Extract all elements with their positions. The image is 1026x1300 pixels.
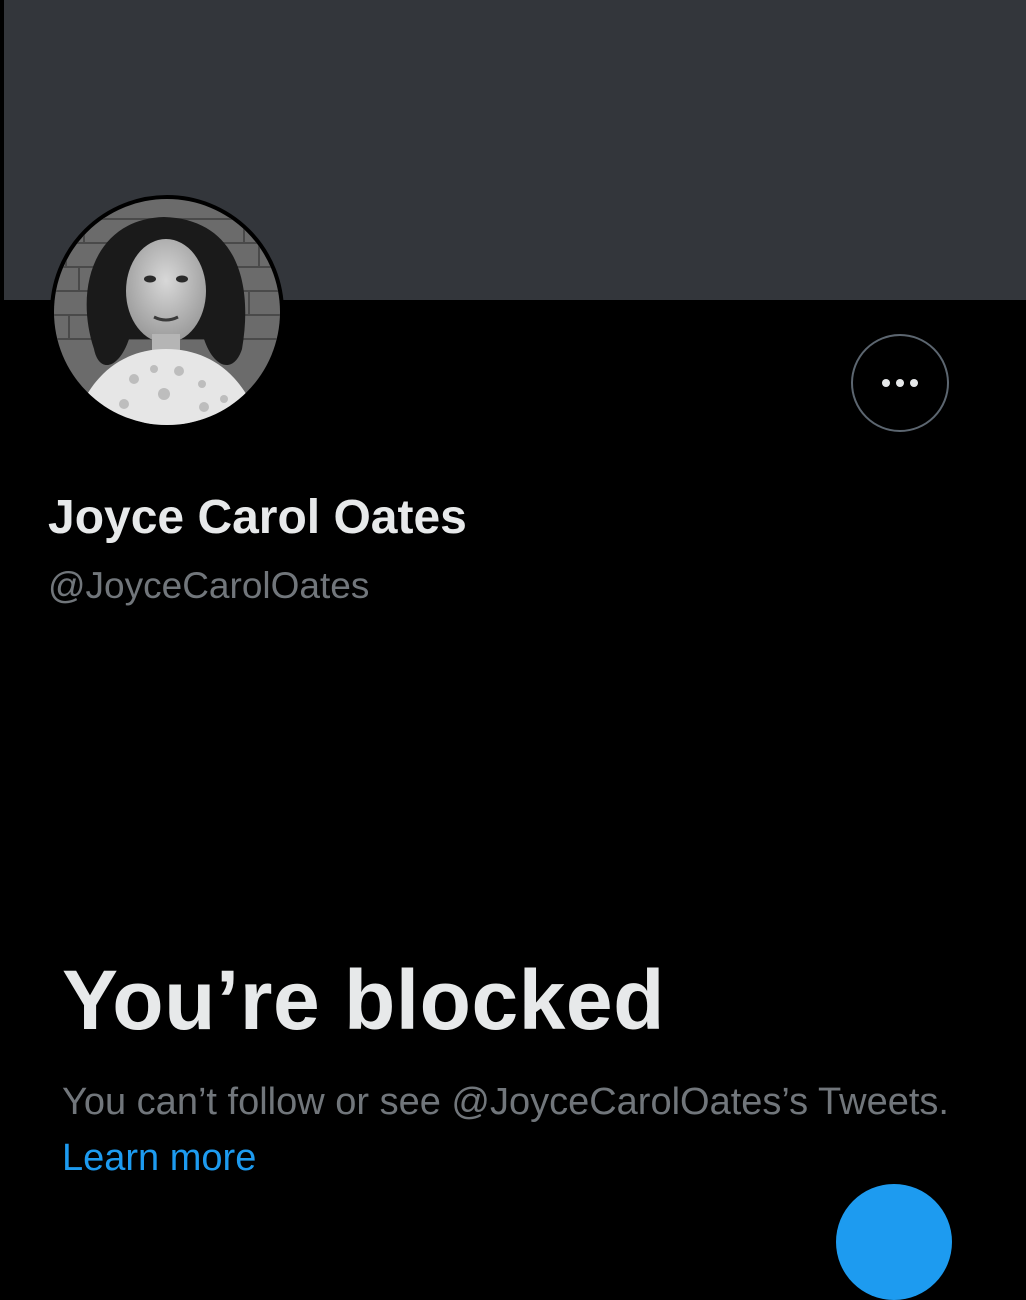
learn-more-link[interactable]: Learn more <box>62 1137 256 1179</box>
more-horizontal-icon <box>882 379 918 387</box>
dot <box>910 379 918 387</box>
profile-page: Joyce Carol Oates @JoyceCarolOates You’r… <box>0 0 1026 1300</box>
dot <box>896 379 904 387</box>
compose-fab-button[interactable] <box>836 1184 952 1300</box>
avatar-photo <box>54 199 280 425</box>
dot <box>882 379 890 387</box>
user-handle: @JoyceCarolOates <box>48 565 370 606</box>
blocked-description: You can’t follow or see @JoyceCarolOates… <box>62 1074 962 1186</box>
avatar[interactable] <box>50 195 284 429</box>
more-options-button[interactable] <box>851 334 949 432</box>
display-name: Joyce Carol Oates <box>48 491 467 544</box>
blocked-description-text: You can’t follow or see @JoyceCarolOates… <box>62 1081 949 1123</box>
blocked-heading: You’re blocked <box>62 953 665 1047</box>
